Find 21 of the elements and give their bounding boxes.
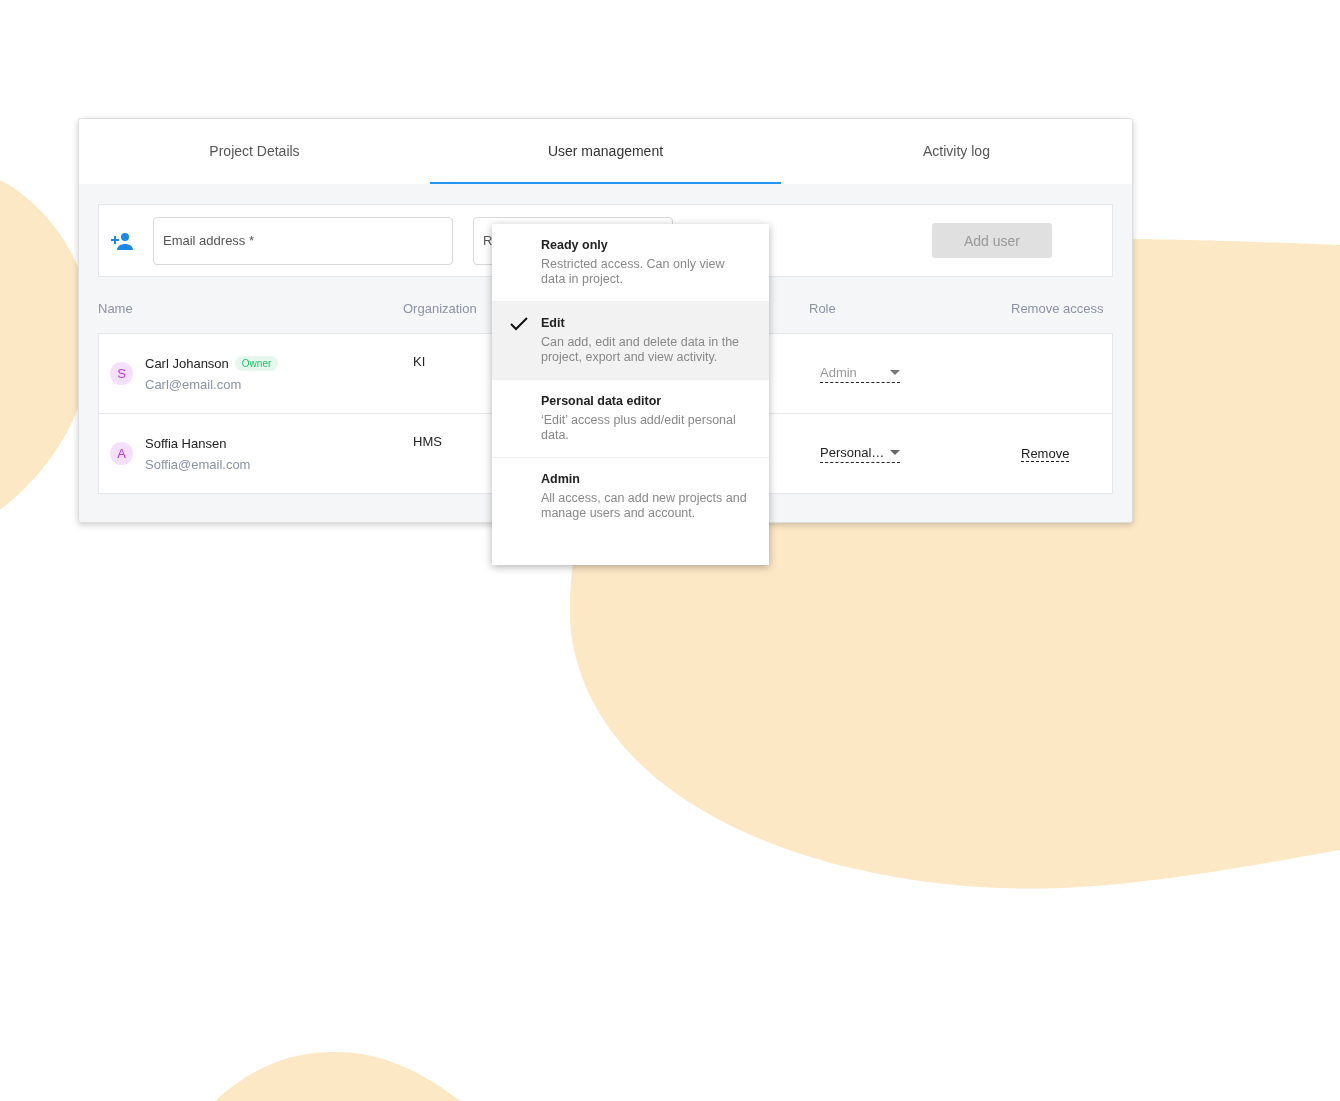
option-title: Personal data editor (541, 394, 663, 408)
column-header: Name (98, 300, 134, 316)
user-email: Carl@email.com (145, 376, 243, 392)
column-header: Role (809, 300, 837, 316)
option-description: Can add, edit and delete data in the project, export and view activity. (541, 335, 741, 365)
user-email: Soffia@email.com (145, 456, 251, 472)
column-header: Organization (403, 300, 478, 316)
user-name: Soffia Hansen (145, 435, 227, 451)
user-name: Carl Johanson (145, 355, 229, 371)
avatar: S (110, 362, 133, 385)
avatar: A (110, 442, 133, 465)
option-title: Admin (541, 472, 581, 486)
organization-text: HMS (413, 434, 442, 449)
option-title: Ready only (541, 238, 609, 252)
owner-badge: Owner (234, 355, 279, 371)
option-description: ‘Edit’ access plus add/edit personal data. (541, 413, 737, 443)
option-description: All access, can add new projects and manage users and account. (541, 491, 748, 521)
column-header: Remove access (1011, 300, 1105, 316)
option-description: Restricted access. Can only view data in project. (541, 257, 726, 287)
organization-text: KI (413, 354, 426, 369)
option-title: Edit (541, 316, 566, 330)
